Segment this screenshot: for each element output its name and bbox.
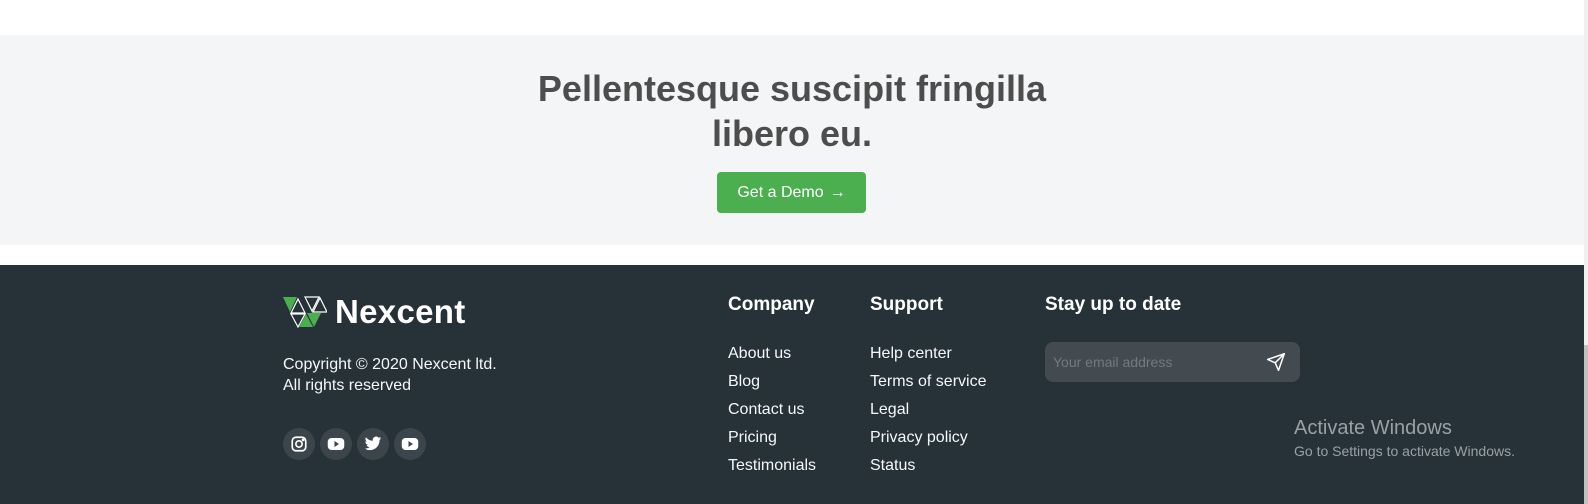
youtube-icon: [327, 438, 345, 450]
nexcent-logo-icon: [283, 296, 327, 328]
company-links: About us Blog Contact us Pricing Testimo…: [728, 340, 816, 480]
footer-link-status[interactable]: Status: [870, 452, 986, 480]
cta-section: Pellentesque suscipit fringilla libero e…: [0, 35, 1584, 245]
windows-activation-watermark: Activate Windows Go to Settings to activ…: [1294, 415, 1515, 461]
footer-link-legal[interactable]: Legal: [870, 396, 986, 424]
footer: Nexcent Copyright © 2020 Nexcent ltd. Al…: [0, 265, 1584, 504]
youtube-link[interactable]: [394, 428, 426, 460]
arrow-right-icon: →: [829, 183, 846, 201]
footer-link-help-center[interactable]: Help center: [870, 340, 986, 368]
copyright-line2: All rights reserved: [283, 377, 412, 394]
footer-link-testimonials[interactable]: Testimonials: [728, 452, 816, 480]
support-column: Support Help center Terms of service Leg…: [870, 294, 986, 480]
social-links: [283, 428, 426, 460]
footer-link-terms-of-service[interactable]: Terms of service: [870, 368, 986, 396]
send-icon: [1266, 352, 1286, 372]
brand-name: Nexcent: [335, 293, 466, 330]
send-button[interactable]: [1260, 346, 1292, 378]
footer-link-about-us[interactable]: About us: [728, 340, 816, 368]
youtube-icon: [401, 438, 419, 450]
footer-link-privacy-policy[interactable]: Privacy policy: [870, 424, 986, 452]
get-demo-label: Get a Demo: [737, 183, 824, 201]
cta-title-line2: libero eu.: [711, 113, 873, 154]
youtube-link[interactable]: [320, 428, 352, 460]
section-gap: [0, 245, 1584, 265]
footer-logo[interactable]: Nexcent: [283, 293, 466, 331]
email-input[interactable]: [1045, 354, 1260, 370]
instagram-link[interactable]: [283, 428, 315, 460]
footer-link-pricing[interactable]: Pricing: [728, 424, 816, 452]
page-scrollbar[interactable]: [1584, 0, 1588, 504]
watermark-subtitle: Go to Settings to activate Windows.: [1294, 443, 1515, 459]
newsletter-title: Stay up to date: [1045, 294, 1182, 315]
newsletter-form: [1045, 342, 1300, 382]
twitter-icon: [364, 436, 382, 451]
top-spacer: [0, 0, 1584, 35]
cta-title-line1: Pellentesque suscipit fringilla: [537, 68, 1047, 109]
scrollbar-thumb[interactable]: [1584, 345, 1588, 504]
newsletter-column: Stay up to date: [1045, 294, 1181, 340]
support-title: Support: [870, 294, 943, 315]
get-demo-button[interactable]: Get a Demo →: [717, 172, 866, 213]
footer-link-blog[interactable]: Blog: [728, 368, 816, 396]
copyright: Copyright © 2020 Nexcent ltd. All rights…: [283, 354, 497, 396]
company-column: Company About us Blog Contact us Pricing…: [728, 294, 816, 480]
instagram-icon: [291, 436, 307, 452]
twitter-link[interactable]: [357, 428, 389, 460]
copyright-line1: Copyright © 2020 Nexcent ltd.: [283, 356, 497, 373]
footer-link-contact-us[interactable]: Contact us: [728, 396, 816, 424]
company-title: Company: [728, 294, 815, 315]
watermark-title: Activate Windows: [1294, 417, 1452, 439]
cta-title: Pellentesque suscipit fringilla libero e…: [0, 66, 1584, 156]
support-links: Help center Terms of service Legal Priva…: [870, 340, 986, 480]
